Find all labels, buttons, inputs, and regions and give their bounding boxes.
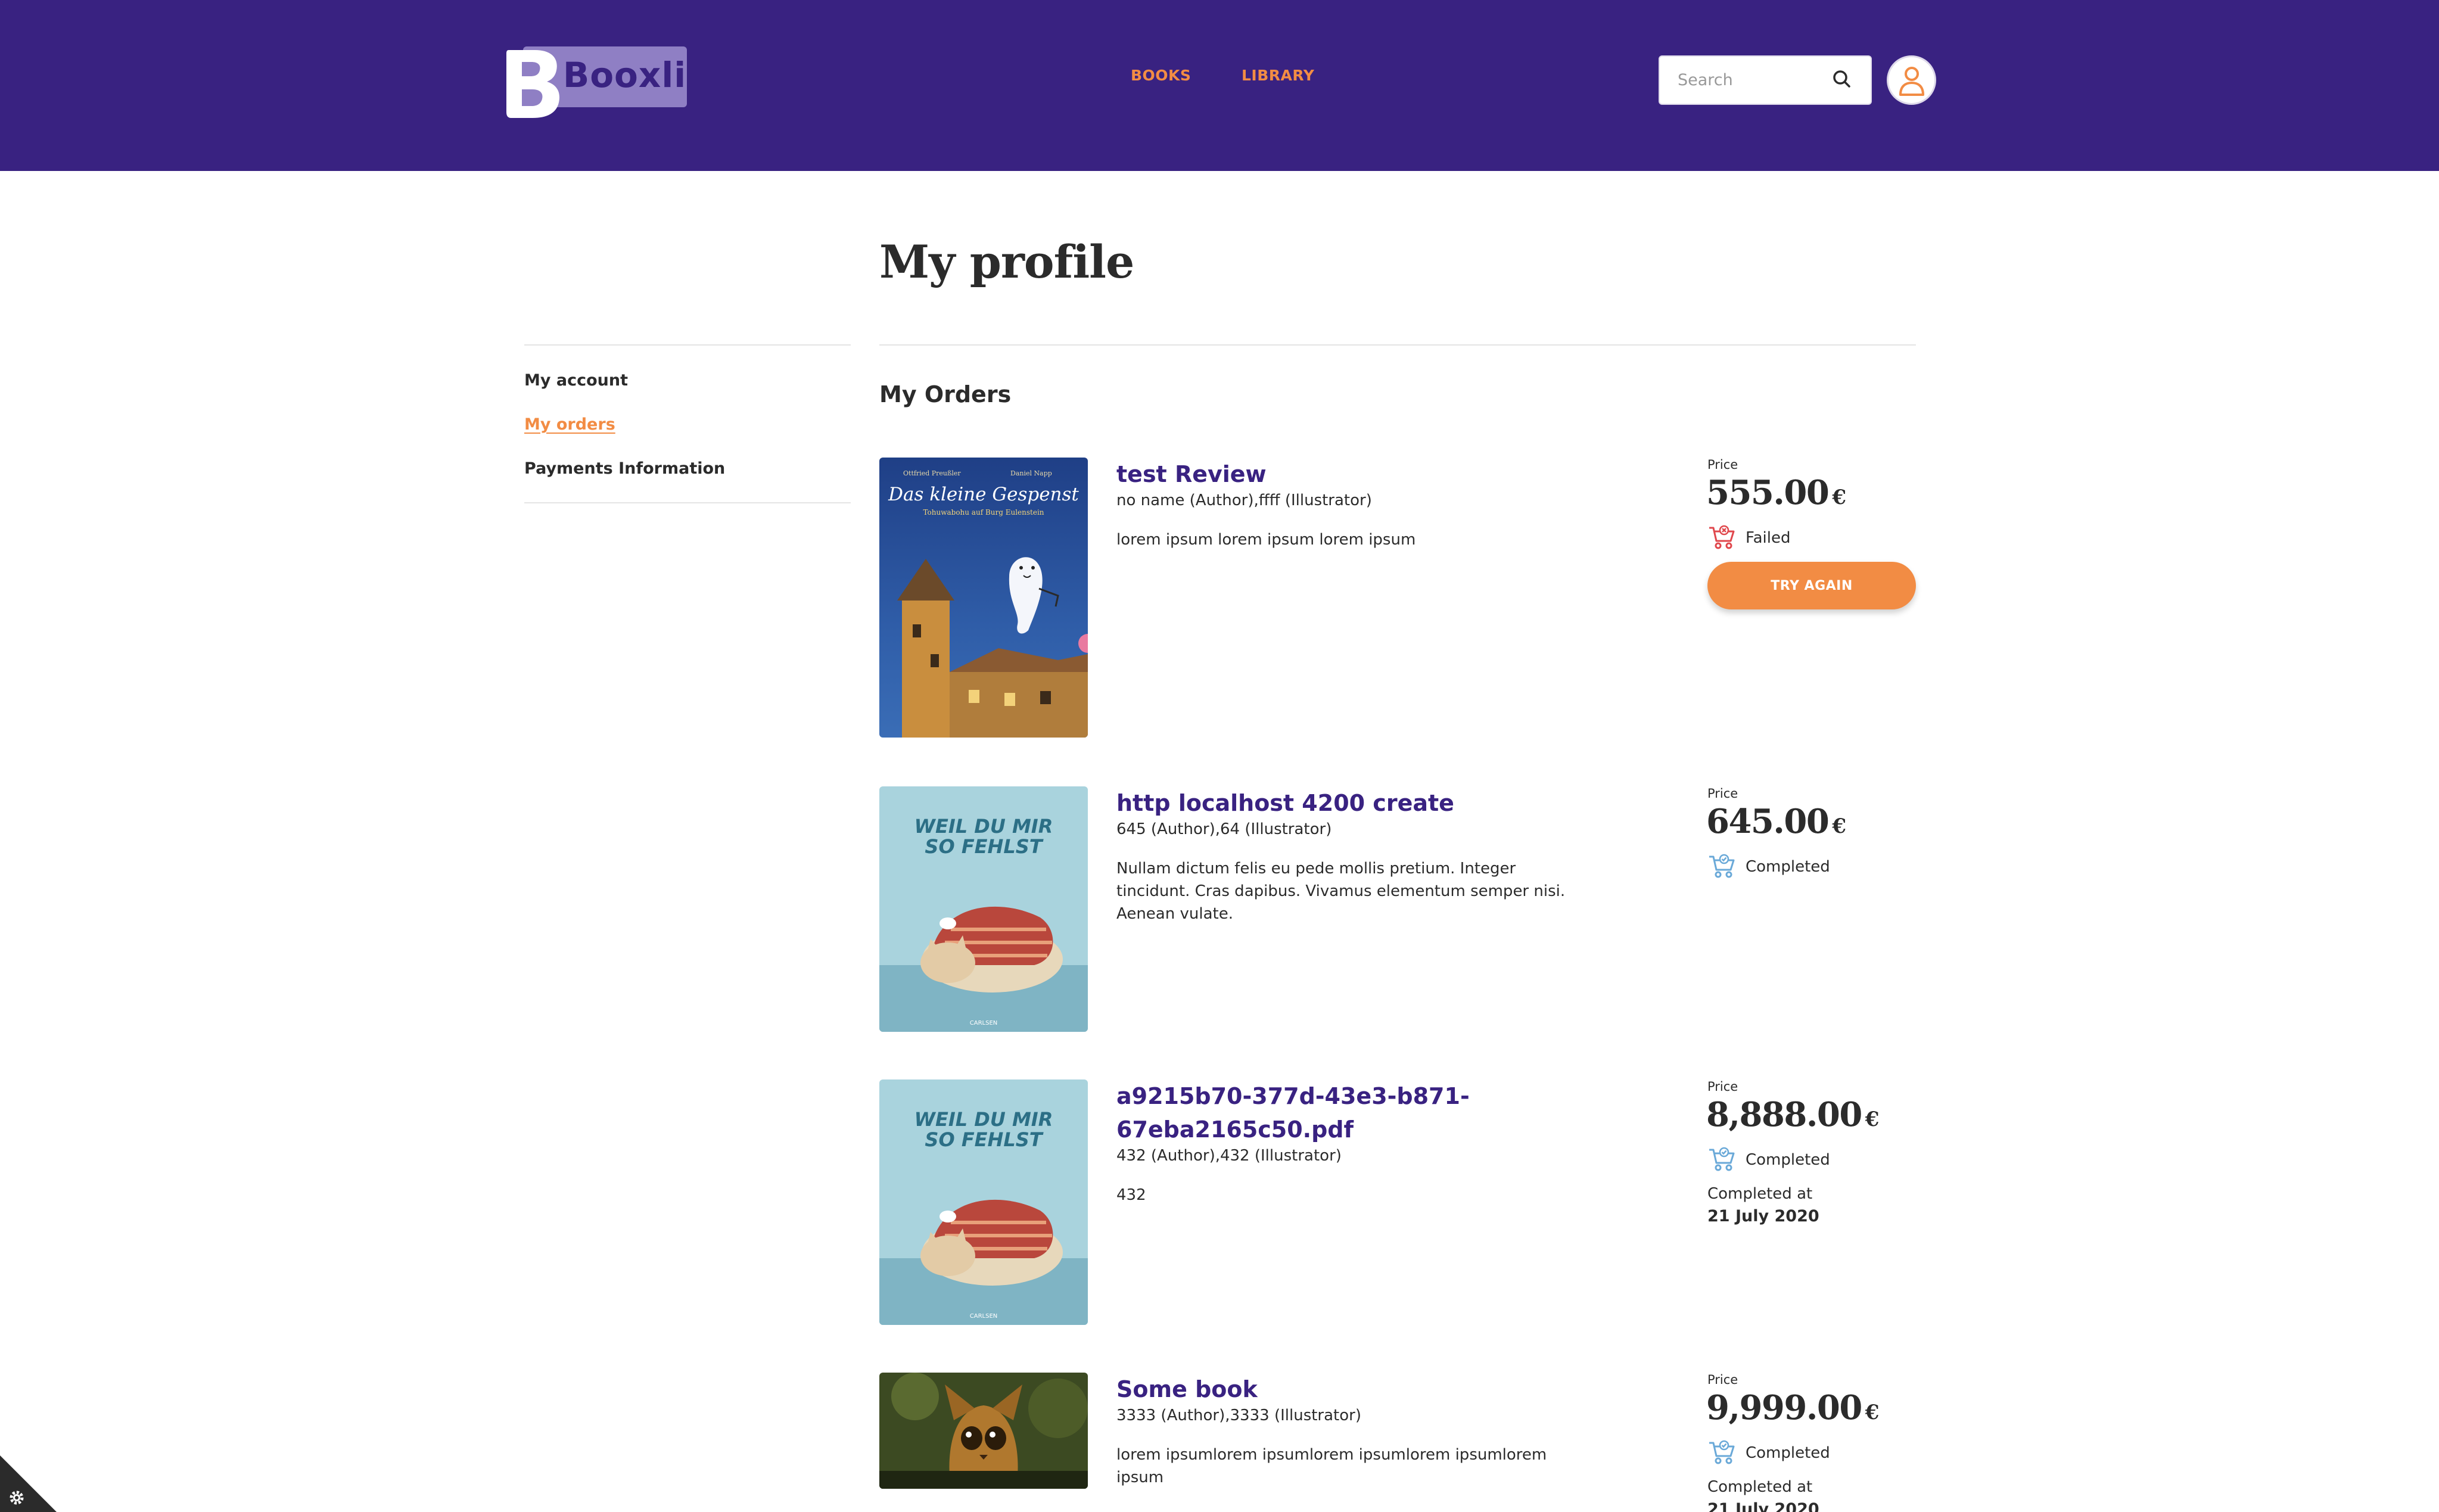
- status-text: Failed: [1746, 529, 1791, 547]
- cover-title-line2: SO FEHLST: [925, 1128, 1043, 1151]
- cover-title-line2: SO FEHLST: [925, 835, 1043, 858]
- logo-b-mark: [506, 50, 560, 118]
- price-value: 555.00: [1706, 473, 1830, 512]
- price-label: Price: [1707, 786, 1738, 801]
- price-label: Price: [1707, 1373, 1738, 1387]
- book-cover-art: [879, 1373, 1088, 1489]
- sidebar-bottom-divider: [524, 502, 851, 503]
- order-description: lorem ipsum lorem ipsum lorem ipsum: [1116, 531, 1416, 549]
- order-price: 9,999.00 €: [1706, 1388, 1879, 1427]
- cart-completed-icon: [1709, 1147, 1735, 1171]
- cover-title: Das kleine Gespenst: [888, 484, 1079, 505]
- price-label: Price: [1707, 458, 1738, 472]
- content-top-divider: [879, 344, 1916, 346]
- logo-text: Booxli: [563, 55, 687, 95]
- completed-at-date: 21 July 2020: [1707, 1500, 1819, 1512]
- price-currency: €: [1832, 814, 1846, 838]
- page-title: My profile: [879, 235, 1134, 288]
- order-price: 8,888.00 €: [1706, 1095, 1879, 1134]
- cart-failed-icon: [1709, 525, 1735, 549]
- order-item: Ottfried Preußler Daniel Napp Das kleine…: [879, 458, 1916, 738]
- book-cover[interactable]: WEIL DU MIR SO FEHLST CARLSEN: [879, 786, 1088, 1032]
- search-icon[interactable]: [1830, 67, 1854, 91]
- price-value: 8,888.00: [1706, 1095, 1862, 1134]
- search-box: [1659, 55, 1872, 105]
- my-orders-heading: My Orders: [879, 381, 1012, 407]
- completed-at-label: Completed at: [1707, 1478, 1813, 1496]
- order-authors: 3333 (Author),3333 (Illustrator): [1116, 1407, 1361, 1424]
- order-description: lorem ipsumlorem ipsumlorem ipsumlorem i…: [1116, 1446, 1547, 1486]
- user-avatar-button[interactable]: [1887, 55, 1936, 105]
- booxli-logo[interactable]: Booxli: [505, 46, 687, 118]
- order-item: Some book 3333 (Author),3333 (Illustrato…: [879, 1373, 1916, 1512]
- cover-publisher: CARLSEN: [970, 1313, 998, 1320]
- order-description: 432: [1116, 1186, 1146, 1204]
- completed-at-date: 21 July 2020: [1707, 1207, 1819, 1225]
- order-title[interactable]: http localhost 4200 create: [1116, 786, 1569, 820]
- order-title[interactable]: Some book: [1116, 1373, 1569, 1406]
- cart-completed-icon: [1709, 854, 1735, 878]
- price-value: 645.00: [1706, 802, 1830, 841]
- order-price: 555.00 €: [1706, 473, 1846, 512]
- price-currency: €: [1865, 1107, 1880, 1131]
- try-again-button[interactable]: TRY AGAIN: [1707, 562, 1916, 609]
- book-cover-art: WEIL DU MIR SO FEHLST CARLSEN: [879, 1079, 1088, 1325]
- cover-title-line1: WEIL DU MIR: [914, 1108, 1053, 1131]
- order-item: WEIL DU MIR SO FEHLST CARLSEN a9215b70-3…: [879, 1079, 1916, 1325]
- status-text: Completed: [1746, 1151, 1830, 1169]
- price-label: Price: [1707, 1079, 1738, 1094]
- status-text: Completed: [1746, 1444, 1830, 1462]
- cover-title-line1: WEIL DU MIR: [914, 815, 1053, 838]
- book-cover-art: Ottfried Preußler Daniel Napp Das kleine…: [879, 458, 1088, 738]
- search-input[interactable]: [1678, 57, 1833, 104]
- nav-library[interactable]: LIBRARY: [1242, 67, 1314, 84]
- sidebar-item-payments-information[interactable]: Payments Information: [524, 459, 725, 478]
- cart-completed-icon: [1709, 1440, 1735, 1464]
- cover-subtitle: Tohuwabohu auf Burg Eulenstein: [923, 508, 1044, 517]
- book-cover[interactable]: WEIL DU MIR SO FEHLST CARLSEN: [879, 1079, 1088, 1325]
- completed-at-label: Completed at: [1707, 1185, 1813, 1203]
- sidebar-item-my-account[interactable]: My account: [524, 371, 628, 390]
- order-title[interactable]: test Review: [1116, 458, 1569, 491]
- order-title[interactable]: a9215b70-377d-43e3-b871-67eba2165c50.pdf: [1116, 1079, 1569, 1146]
- sidebar-item-my-orders[interactable]: My orders: [524, 415, 615, 434]
- order-price: 645.00 €: [1706, 802, 1846, 841]
- order-authors: 645 (Author),64 (Illustrator): [1116, 820, 1332, 838]
- order-authors: 432 (Author),432 (Illustrator): [1116, 1147, 1342, 1165]
- top-header: Booxli BOOKS LIBRARY: [0, 0, 2439, 171]
- order-item: WEIL DU MIR SO FEHLST CARLSEN http local…: [879, 786, 1916, 1032]
- order-authors: no name (Author),ffff (Illustrator): [1116, 491, 1372, 509]
- cover-author-1: Ottfried Preußler: [903, 469, 961, 477]
- sidebar-top-divider: [524, 344, 851, 346]
- nav-books[interactable]: BOOKS: [1131, 67, 1191, 84]
- user-icon: [1899, 67, 1924, 96]
- book-cover[interactable]: Ottfried Preußler Daniel Napp Das kleine…: [879, 458, 1088, 738]
- cover-author-2: Daniel Napp: [1010, 469, 1052, 477]
- price-value: 9,999.00: [1706, 1388, 1862, 1427]
- status-text: Completed: [1746, 858, 1830, 876]
- book-cover-art: WEIL DU MIR SO FEHLST CARLSEN: [879, 786, 1088, 1032]
- price-currency: €: [1832, 486, 1846, 509]
- price-currency: €: [1865, 1401, 1880, 1424]
- book-cover[interactable]: [879, 1373, 1088, 1489]
- cover-publisher: CARLSEN: [970, 1020, 998, 1026]
- cookie-settings-button[interactable]: [0, 1455, 57, 1512]
- order-description: Nullam dictum felis eu pede mollis preti…: [1116, 860, 1566, 923]
